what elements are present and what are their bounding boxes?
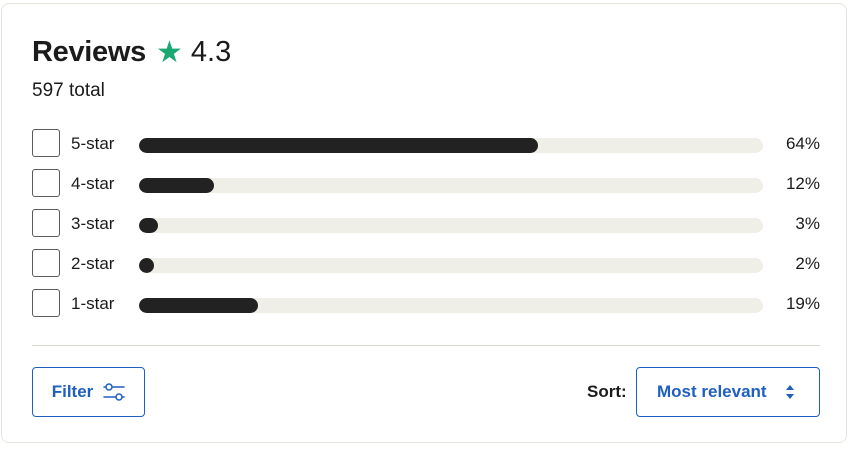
up-down-arrows-icon	[786, 385, 794, 399]
sort-selected-value: Most relevant	[657, 382, 767, 401]
filter-button-label: Filter	[51, 382, 94, 401]
rating-bar-track	[139, 218, 763, 233]
rating-label: 4-star	[71, 174, 115, 193]
rating-checkbox-1[interactable]	[32, 289, 60, 317]
rating-bar-fill	[139, 178, 214, 193]
rating-row-4: 4-star 12%	[32, 168, 822, 208]
rating-bar-track	[139, 138, 763, 153]
average-rating: 4.3	[190, 36, 232, 68]
rating-checkbox-3[interactable]	[32, 209, 60, 237]
rating-bar-fill	[139, 218, 158, 233]
rating-percent: 19%	[785, 294, 820, 313]
rating-breakdown: 5-star 64% 4-star 12% 3-star 3% 2-star 2…	[32, 128, 822, 328]
rating-label: 2-star	[71, 254, 115, 273]
rating-row-2: 2-star 2%	[32, 248, 822, 288]
rating-bar-fill	[139, 258, 154, 273]
rating-label: 5-star	[71, 134, 115, 153]
sort-dropdown[interactable]: Most relevant	[636, 367, 820, 417]
sort-label: Sort:	[587, 382, 627, 401]
rating-bar-track	[139, 178, 763, 193]
section-divider	[32, 345, 820, 346]
rating-bar-fill	[139, 138, 539, 153]
rating-row-1: 1-star 19%	[32, 288, 822, 328]
rating-label: 3-star	[71, 214, 115, 233]
total-reviews: 597 total	[32, 80, 105, 101]
reviews-title: Reviews	[32, 36, 146, 68]
rating-row-3: 3-star 3%	[32, 208, 822, 248]
rating-checkbox-2[interactable]	[32, 249, 60, 277]
rating-percent: 2%	[795, 254, 820, 273]
rating-checkbox-4[interactable]	[32, 169, 60, 197]
rating-bar-track	[139, 298, 763, 313]
rating-percent: 12%	[785, 174, 820, 193]
sliders-icon	[103, 383, 126, 401]
rating-percent: 3%	[795, 214, 820, 233]
rating-percent: 64%	[785, 134, 820, 153]
reviews-header: Reviews ★ 4.3	[32, 36, 231, 69]
rating-row-5: 5-star 64%	[32, 128, 822, 168]
rating-label: 1-star	[71, 294, 115, 313]
filter-button[interactable]: Filter	[32, 367, 145, 417]
rating-bar-track	[139, 258, 763, 273]
star-icon: ★	[155, 35, 183, 69]
reviews-card: Reviews ★ 4.3 597 total 5-star 64% 4-sta…	[1, 3, 847, 443]
rating-checkbox-5[interactable]	[32, 129, 60, 157]
rating-bar-fill	[139, 298, 258, 313]
